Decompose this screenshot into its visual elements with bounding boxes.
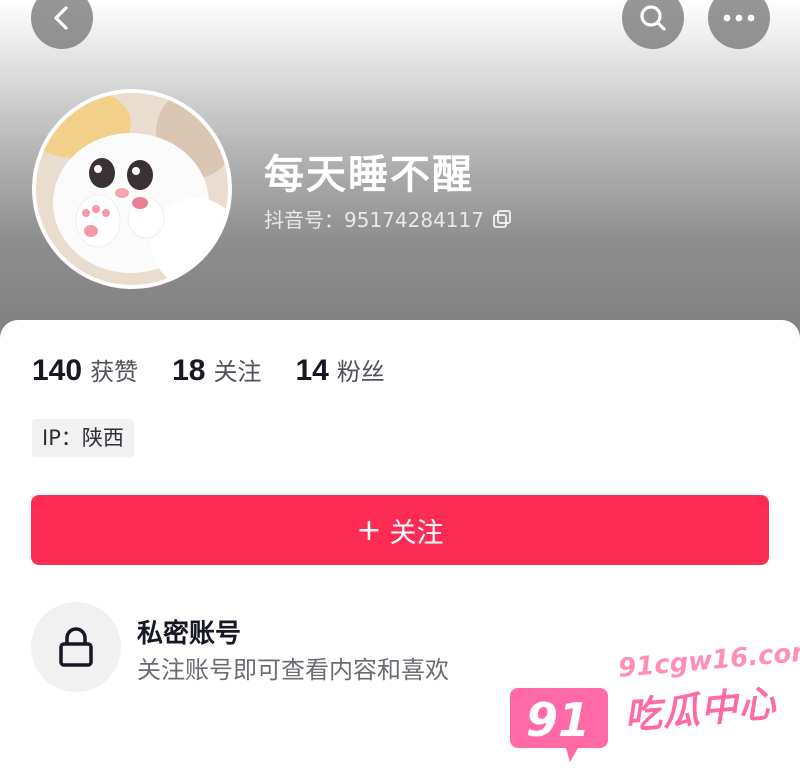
kitten-avatar-image (36, 93, 228, 285)
private-account-description: 关注账号即可查看内容和喜欢 (137, 656, 449, 684)
more-dots-icon (723, 14, 755, 22)
watermark-logo-text: 91 (526, 693, 590, 747)
stat-following-label: 关注 (213, 358, 262, 386)
stat-likes[interactable]: 140 获赞 (32, 352, 138, 388)
profile-nickname: 每天睡不醒 (264, 152, 474, 198)
douyin-id-row[interactable]: 抖音号：95174284117 (264, 204, 512, 233)
stat-followers-value: 14 (295, 354, 329, 387)
lock-icon-container (31, 602, 121, 692)
stat-following-value: 18 (172, 354, 206, 387)
follow-button[interactable]: + 关注 (31, 495, 769, 565)
douyin-id-text: 抖音号：95174284117 (264, 208, 484, 232)
watermark-logo: 91 (510, 688, 608, 762)
stat-followers-label: 粉丝 (336, 358, 385, 386)
plus-icon: + (356, 512, 382, 548)
search-icon (640, 5, 666, 31)
stat-likes-value: 140 (32, 354, 83, 387)
private-account-title: 私密账号 (137, 619, 242, 649)
stat-following[interactable]: 18 关注 (172, 352, 261, 388)
avatar[interactable] (32, 89, 232, 289)
follow-button-label: 关注 (389, 517, 444, 549)
ip-location-badge: IP：陕西 (32, 419, 134, 457)
lock-icon (59, 627, 93, 667)
stat-followers[interactable]: 14 粉丝 (295, 352, 384, 388)
stat-likes-label: 获赞 (90, 358, 139, 386)
copy-icon[interactable] (492, 209, 512, 229)
back-chevron-icon (54, 6, 68, 30)
stats-row: 140 获赞 18 关注 14 粉丝 (32, 352, 419, 388)
